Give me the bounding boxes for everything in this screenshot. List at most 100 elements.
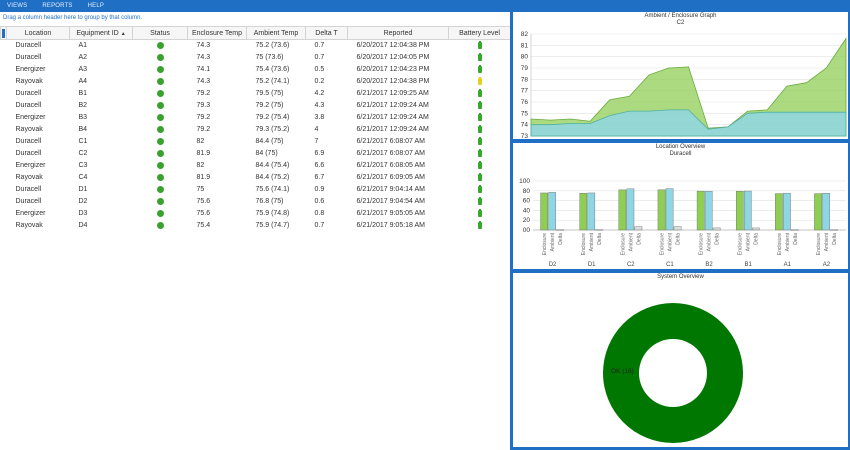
area-ytick-label: 76 xyxy=(521,99,529,106)
col-location[interactable]: Location xyxy=(6,26,70,40)
col-ambient-temp[interactable]: Ambient Temp xyxy=(246,26,306,40)
cell-reported: 6/21/2017 6:08:05 AM xyxy=(356,162,426,169)
bar-label: Delta xyxy=(832,233,838,245)
bar-category-label: C2 xyxy=(627,262,635,268)
bar-enclosure xyxy=(735,190,744,231)
table-row[interactable]: Rayovak C4 81.9 84.4 (75.2) 6.7 6/21/2017 6:0… xyxy=(1,172,511,184)
bar-ambient xyxy=(704,190,713,231)
cell-ambient-temp: 79.5 (75) xyxy=(255,90,284,97)
bar-enclosure xyxy=(696,190,705,231)
bar-delta xyxy=(595,229,604,231)
bar-label: Enclosure xyxy=(699,233,705,255)
ambient-enclosure-panel: Ambient / Enclosure Graph C2 73 74 75 76 77 7… xyxy=(513,12,848,139)
table-row[interactable]: Rayovak D4 75.4 75.9 (74.7) 0.7 6/21/2017 9:0… xyxy=(1,220,511,232)
table-row[interactable]: Energizer C3 82 84.4 (75.4) 6.6 6/21/2017 6:0… xyxy=(1,160,511,172)
system-overview-panel: System Overview OK (16) xyxy=(513,273,848,447)
cell-status xyxy=(133,196,188,208)
table-row[interactable]: Energizer B3 79.2 79.2 (75.4) 3.8 6/21/2017 1… xyxy=(1,112,511,124)
bar-delta xyxy=(712,227,721,231)
bar-delta xyxy=(830,229,838,231)
cell-equipment-id: B1 xyxy=(78,90,88,97)
table-row[interactable]: Duracell A1 74.3 75.2 (73.6) 0.7 6/20/2017 12… xyxy=(1,40,511,52)
col-delta-t[interactable]: Delta T xyxy=(305,26,348,40)
status-ok-icon xyxy=(156,209,164,217)
donut-slice-label: OK (16) xyxy=(611,368,634,375)
cell-delta-t: 0.7 xyxy=(314,54,325,61)
bar-label: Enclosure xyxy=(620,233,626,255)
table-row[interactable]: Energizer D3 75.6 75.9 (74.8) 0.8 6/21/2017 9… xyxy=(1,208,511,220)
table-row[interactable]: Duracell D1 75 75.6 (74.1) 0.9 6/21/2017 9:04… xyxy=(1,184,511,196)
bar-label: Enclosure xyxy=(542,233,548,255)
bar-label: Ambient xyxy=(785,232,791,251)
menu-views[interactable]: VIEWS xyxy=(7,3,27,9)
bar-ytick-label: 20 xyxy=(523,217,531,224)
group-by-hint[interactable]: Drag a column header here to group by th… xyxy=(3,15,142,21)
bar-ambient xyxy=(587,192,596,231)
cell-status xyxy=(133,136,188,148)
cell-delta-t: 0.8 xyxy=(314,210,325,217)
cell-enclosure-temp: 74.1 xyxy=(196,66,211,73)
cell-equipment-id: D1 xyxy=(78,186,88,193)
bar-enclosure xyxy=(814,193,822,231)
col-reported[interactable]: Reported xyxy=(347,26,449,40)
cell-status xyxy=(133,184,188,196)
area-ytick-label: 79 xyxy=(521,65,529,72)
table-row[interactable]: Duracell C1 82 84.4 (75) 7 6/21/2017 6:08:07 … xyxy=(1,136,511,148)
table-row[interactable]: Duracell B2 79.3 79.2 (75) 4.3 6/21/2017 12:0… xyxy=(1,100,511,112)
cell-ambient-temp: 75.4 (73.6) xyxy=(255,66,290,73)
col-battery-level[interactable]: Battery Level xyxy=(448,26,511,40)
cell-reported: 6/21/2017 9:04:54 AM xyxy=(356,198,426,205)
cell-delta-t: 4 xyxy=(314,126,319,133)
bar-ambient xyxy=(665,188,674,231)
col-equipment-id[interactable]: Equipment ID ▲ xyxy=(69,26,133,40)
cell-enclosure-temp: 79.2 xyxy=(196,114,211,121)
cell-delta-t: 0.2 xyxy=(314,78,325,85)
bar-category-label: B1 xyxy=(745,262,753,268)
cell-ambient-temp: 84.4 (75.4) xyxy=(255,162,290,169)
bar-enclosure xyxy=(775,193,783,231)
cell-enclosure-temp: 74.3 xyxy=(196,42,211,50)
cell-reported: 6/20/2017 12:04:38 PM xyxy=(356,78,430,85)
cell-equipment-id: C1 xyxy=(78,138,88,145)
col-status[interactable]: Status xyxy=(132,26,188,40)
cell-location: Duracell xyxy=(15,198,42,205)
cell-reported: 6/21/2017 12:09:24 AM xyxy=(356,126,429,133)
bar-label: Ambient xyxy=(667,232,673,251)
cell-status xyxy=(133,40,188,52)
bar-label: Delta xyxy=(558,233,564,245)
menu-reports[interactable]: REPORTS xyxy=(42,3,72,9)
table-row[interactable]: Energizer A3 74.1 75.4 (73.6) 0.5 6/20/2017 1… xyxy=(1,64,511,76)
battery-icon xyxy=(477,64,482,73)
bar-label: Ambient xyxy=(550,232,556,251)
cell-delta-t: 7 xyxy=(314,138,319,145)
cell-battery-level xyxy=(449,136,511,148)
cell-equipment-id: A1 xyxy=(78,42,88,50)
cell-reported: 6/21/2017 6:08:07 AM xyxy=(356,138,426,145)
cell-battery-level xyxy=(449,148,511,160)
cell-location: Duracell xyxy=(15,42,42,50)
battery-icon xyxy=(477,76,482,85)
cell-ambient-temp: 75.2 (74.1) xyxy=(255,78,290,85)
battery-icon xyxy=(477,196,482,205)
cell-location: Duracell xyxy=(15,102,42,109)
battery-icon xyxy=(477,41,482,50)
col-enclosure-temp[interactable]: Enclosure Temp xyxy=(187,26,247,40)
equipment-grid: Location Equipment ID ▲ Status Enclosure … xyxy=(0,26,511,232)
bar-label: Enclosure xyxy=(777,233,783,255)
table-row[interactable]: Rayovak B4 79.2 79.3 (75.2) 4 6/21/2017 12:09… xyxy=(1,124,511,136)
table-row[interactable]: Duracell B1 79.2 79.5 (75) 4.2 6/21/2017 12:0… xyxy=(1,88,511,100)
table-row[interactable]: Rayovak A4 74.3 75.2 (74.1) 0.2 6/20/2017 12:… xyxy=(1,76,511,88)
sort-icon[interactable]: ▲ xyxy=(121,31,126,37)
charts-panel: Ambient / Enclosure Graph C2 73 74 75 76 77 7… xyxy=(510,12,850,450)
cell-status xyxy=(133,64,188,76)
table-row[interactable]: Duracell D2 75.6 76.8 (75) 0.6 6/21/2017 9:04… xyxy=(1,196,511,208)
status-ok-icon xyxy=(156,197,164,205)
menu-help[interactable]: HELP xyxy=(88,3,104,9)
area-ytick-label: 73 xyxy=(521,133,529,139)
bar-ambient xyxy=(548,192,556,231)
cell-delta-t: 4.3 xyxy=(314,102,325,109)
cell-location: Duracell xyxy=(15,54,42,61)
cell-reported: 6/20/2017 12:04:05 PM xyxy=(356,54,430,61)
table-row[interactable]: Duracell C2 81.9 84 (75) 6.9 6/21/2017 6:08:0… xyxy=(1,148,511,160)
table-row[interactable]: Duracell A2 74.3 75 (73.6) 0.7 6/20/2017 12:0… xyxy=(1,52,511,64)
